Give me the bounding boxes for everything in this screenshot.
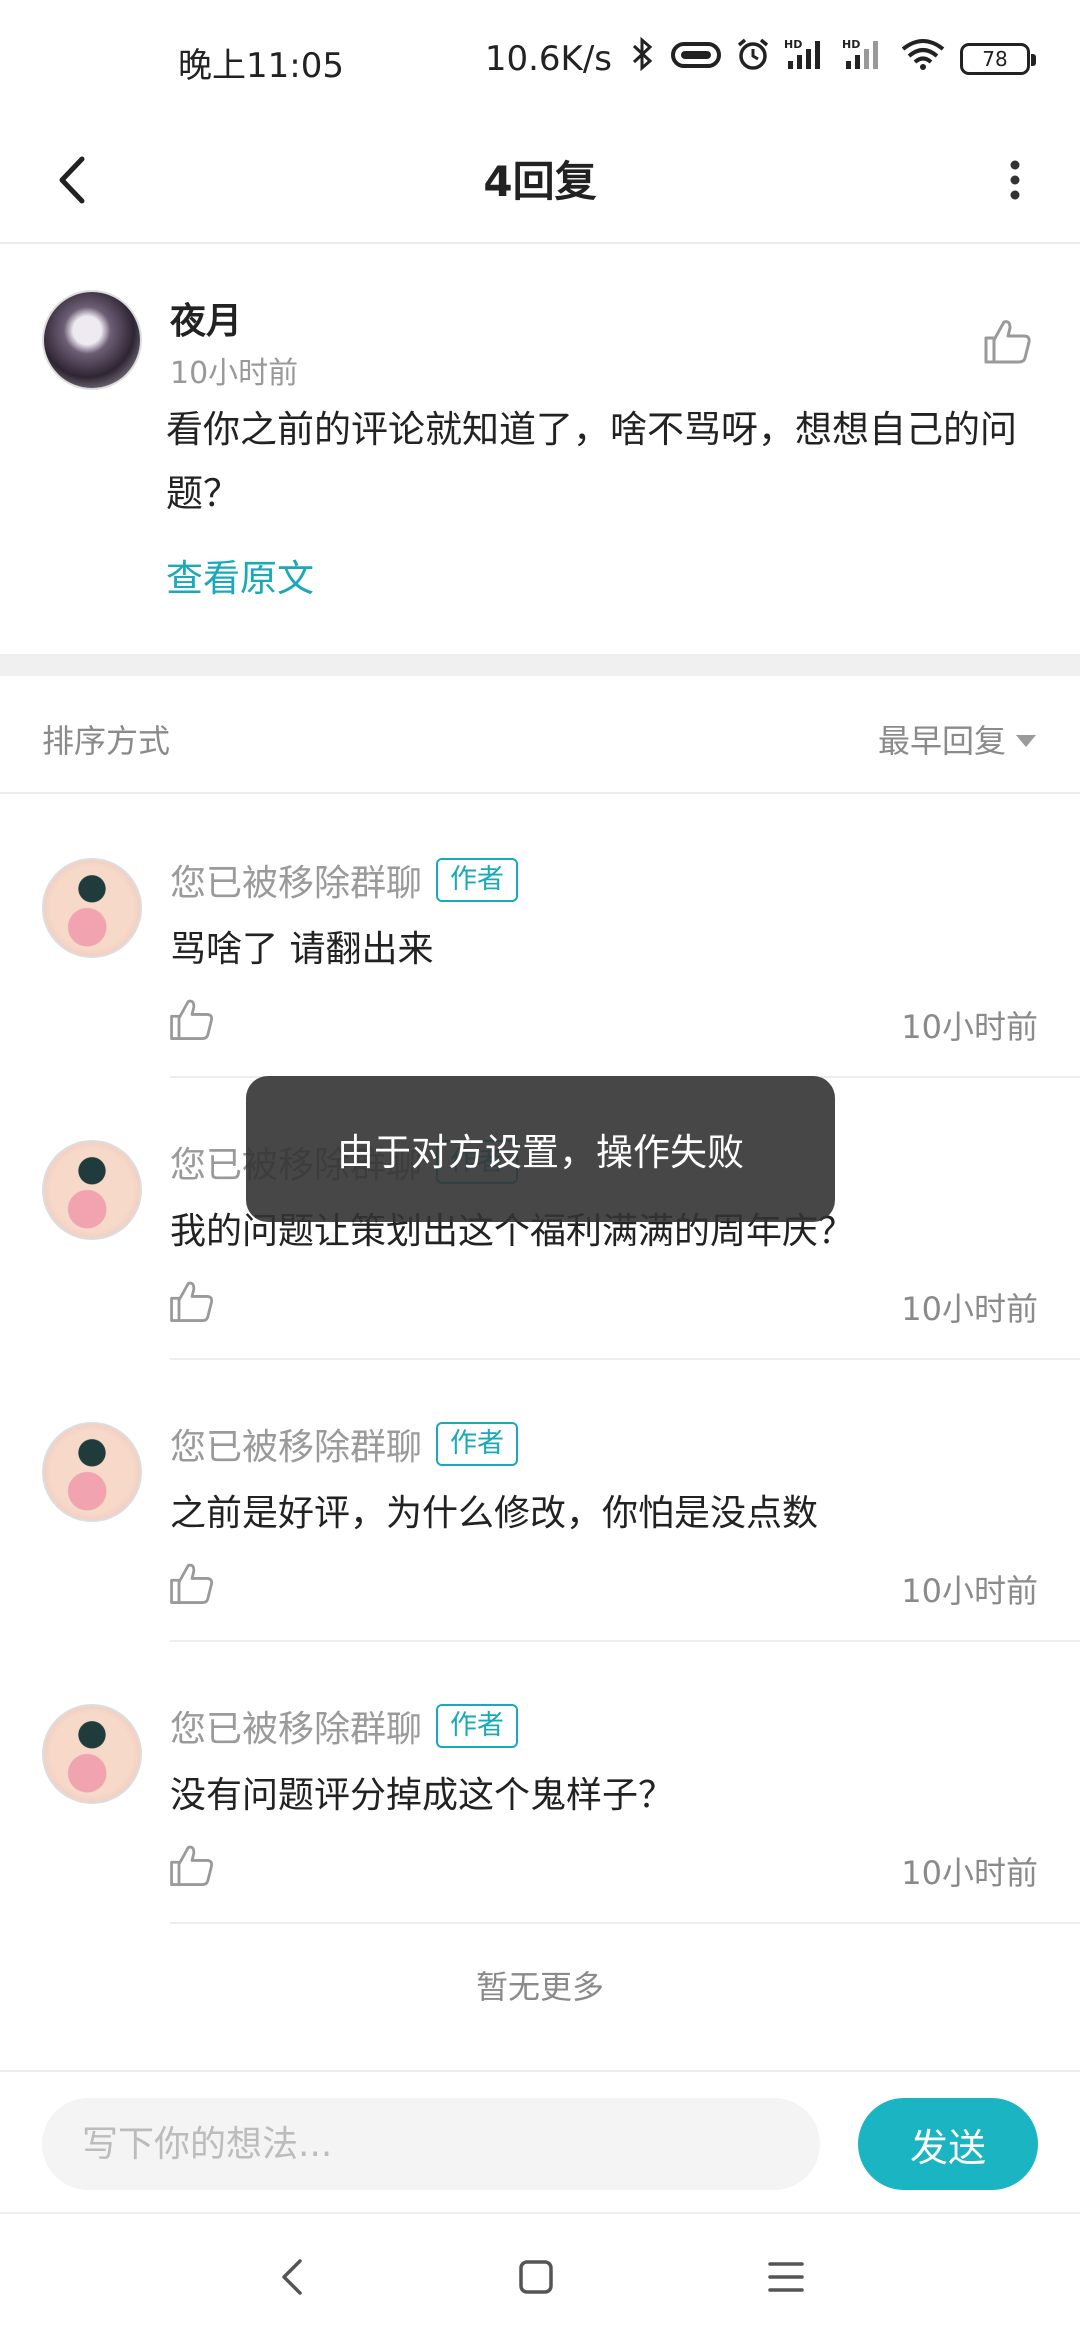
reply-author-name[interactable]: 您已被移除群聊 [170, 854, 422, 906]
no-more-text: 暂无更多 [475, 1968, 604, 2006]
toast-message: 由于对方设置，操作失败 [246, 1076, 835, 1222]
chevron-left-icon [56, 155, 86, 209]
thumbs-up-icon [166, 1281, 218, 1332]
like-button[interactable] [166, 1840, 218, 1892]
vibrate-icon [670, 39, 722, 79]
caret-down-icon [1016, 735, 1036, 747]
nav-recents-button[interactable] [746, 2244, 826, 2314]
like-button[interactable] [980, 314, 1036, 370]
svg-text:HD: HD [842, 38, 860, 51]
avatar[interactable] [42, 290, 142, 390]
status-bar: 晚上11:05 10.6K/s HD HD 78 [0, 0, 1080, 120]
nav-home-button[interactable] [496, 2244, 576, 2314]
reply-time: 10小时前 [901, 1008, 1038, 1046]
comment-author-name[interactable]: 夜月 [170, 292, 242, 344]
network-speed: 10.6K/s [484, 38, 612, 79]
reply-author-name[interactable]: 您已被移除群聊 [170, 1418, 422, 1470]
reply-item: 您已被移除群聊 作者 骂啥了 请翻出来 10小时前 [0, 796, 1080, 1078]
sort-bar: 排序方式 最早回复 [0, 676, 1080, 794]
comment-text: 看你之前的评论就知道了，啥不骂呀，想想自己的问题？ [166, 408, 1017, 515]
status-icons: 10.6K/s HD HD 78 [484, 36, 1036, 81]
sort-value: 最早回复 [877, 722, 1006, 760]
avatar[interactable] [42, 1704, 142, 1804]
signal-hd-icon: HD [842, 37, 886, 80]
thumbs-up-icon [980, 320, 1036, 374]
author-badge: 作者 [436, 1704, 519, 1748]
sort-label: 排序方式 [42, 722, 171, 760]
reply-text[interactable]: 骂啥了 请翻出来 [170, 920, 433, 972]
like-button[interactable] [166, 994, 218, 1046]
svg-text:HD: HD [784, 38, 802, 51]
alarm-icon [736, 37, 770, 80]
status-time: 晚上11:05 [178, 46, 344, 86]
reply-time: 10小时前 [901, 1290, 1038, 1328]
bluetooth-icon [630, 36, 656, 81]
comment-input[interactable] [42, 2098, 820, 2190]
avatar[interactable] [42, 1422, 142, 1522]
thumbs-up-icon [166, 1845, 218, 1896]
send-button[interactable]: 发送 [858, 2098, 1038, 2190]
menu-icon [768, 2261, 804, 2297]
reply-author-name[interactable]: 您已被移除群聊 [170, 1700, 422, 1752]
nav-home-icon [518, 2259, 554, 2299]
reply-time: 10小时前 [901, 1854, 1038, 1892]
reply-item: 您已被移除群聊 作者 没有问题评分掉成这个鬼样子？ 10小时前 [0, 1642, 1080, 1924]
like-button[interactable] [166, 1276, 218, 1328]
original-comment: 夜月 10小时前 看你之前的评论就知道了，啥不骂呀，想想自己的问题？ 查看原文 [0, 246, 1080, 654]
sort-dropdown[interactable]: 最早回复 [878, 716, 1036, 762]
reply-item: 您已被移除群聊 作者 之前是好评，为什么修改，你怕是没点数 10小时前 [0, 1360, 1080, 1642]
author-badge: 作者 [436, 1422, 519, 1466]
reply-time: 10小时前 [901, 1572, 1038, 1610]
section-divider [0, 654, 1080, 676]
wifi-icon [900, 37, 946, 80]
more-vertical-icon [1009, 160, 1021, 204]
header: 4回复 [0, 120, 1080, 244]
like-button[interactable] [166, 1558, 218, 1610]
nav-back-icon [280, 2257, 304, 2301]
nav-back-button[interactable] [252, 2244, 332, 2314]
more-button[interactable] [980, 144, 1050, 220]
thumbs-up-icon [166, 1563, 218, 1614]
signal-hd-icon: HD [784, 37, 828, 80]
thumbs-up-icon [166, 999, 218, 1050]
battery-icon: 78 [960, 42, 1036, 75]
back-button[interactable] [36, 144, 106, 220]
divider [170, 1922, 1080, 1924]
author-badge: 作者 [436, 858, 519, 902]
reply-text[interactable]: 之前是好评，为什么修改，你怕是没点数 [170, 1484, 818, 1536]
avatar[interactable] [42, 1140, 142, 1240]
comment-input-bar: 发送 [0, 2070, 1080, 2210]
view-original-link[interactable]: 查看原文 [166, 548, 314, 602]
system-nav-bar [0, 2212, 1080, 2340]
page-title: 4回复 [483, 157, 597, 206]
reply-text[interactable]: 没有问题评分掉成这个鬼样子？ [170, 1766, 674, 1818]
comment-time: 10小时前 [170, 356, 299, 391]
avatar[interactable] [42, 858, 142, 958]
